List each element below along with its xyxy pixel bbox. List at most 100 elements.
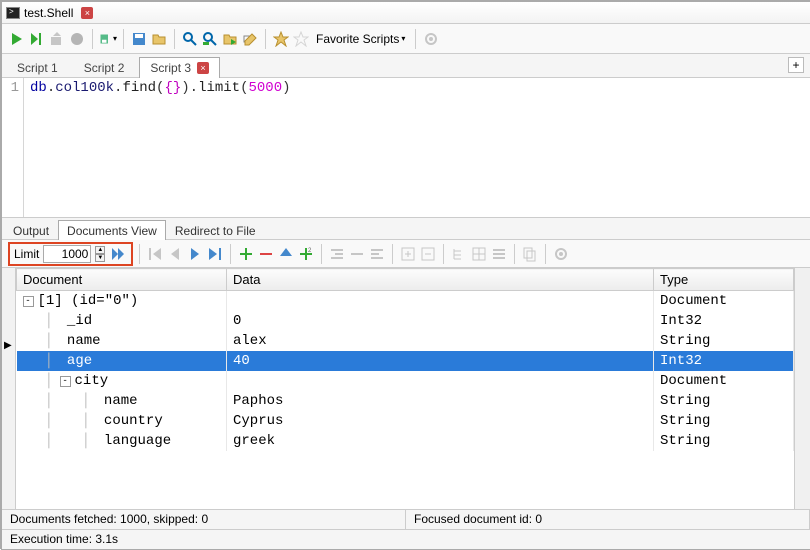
table-row[interactable]: │ │ languagegreekString [17,431,794,451]
text-view-icon[interactable] [490,245,508,263]
limit-label: Limit [14,247,39,261]
add-field-icon[interactable]: 2 [297,245,315,263]
cell-type: String [654,411,794,431]
vertical-scrollbar[interactable] [794,268,810,509]
table-row[interactable]: -[1] (id="0") Document [17,291,794,312]
limit-group: Limit ▲▼ [8,242,133,266]
cell-type: Document [654,291,794,312]
output-tab[interactable]: Redirect to File [166,220,265,240]
node-label: name [104,393,138,409]
close-tab-icon[interactable]: × [81,7,93,19]
find-icon[interactable] [181,30,199,48]
cell-data[interactable]: Cyprus [227,411,654,431]
run-icon[interactable] [8,30,26,48]
separator [230,244,231,264]
open-folder-icon[interactable] [150,30,168,48]
collapse-node-icon[interactable]: - [23,296,34,307]
code-editor[interactable]: 1 db.col100k.find({}).limit(5000) [2,78,810,218]
tree-branch: │ │ [23,413,97,429]
close-tab-icon[interactable]: × [197,62,209,74]
col-type[interactable]: Type [654,269,794,291]
col-data[interactable]: Data [227,269,654,291]
tree-branch: │ [23,313,60,329]
last-icon[interactable] [206,245,224,263]
cell-data[interactable]: Paphos [227,391,654,411]
table-row[interactable]: │ -cityDocument [17,371,794,391]
tree-branch: │ [23,373,60,389]
remove-field-icon [348,245,366,263]
separator [92,29,93,49]
table-row[interactable]: │ _id0Int32 [17,311,794,331]
tab-label: Script 2 [84,61,125,75]
node-label: age [67,353,92,369]
documents-grid[interactable]: Document Data Type -[1] (id="0")Document… [16,268,794,509]
add-icon[interactable] [237,245,255,263]
table-view-icon[interactable] [470,245,488,263]
separator [514,244,515,264]
tree-branch: │ [23,353,60,369]
table-row[interactable]: │ │ country CyprusString [17,411,794,431]
stop-icon [68,30,86,48]
indent-left-icon [328,245,346,263]
cell-data[interactable]: 40 [227,351,654,371]
status-focused: Focused document id: 0 [406,510,810,529]
settings-icon[interactable] [552,245,570,263]
tree-view-icon[interactable] [450,245,468,263]
row-gutter: ▶ [2,268,16,509]
separator [443,244,444,264]
table-row[interactable]: │ namealexString [17,331,794,351]
script-tabbar: Script 1 Script 2 Script 3 × + [2,54,810,78]
terminal-icon [6,7,20,19]
run-step-icon[interactable] [28,30,46,48]
cell-data[interactable] [227,291,654,312]
cell-type: String [654,391,794,411]
node-label: country [104,413,163,429]
collapse-icon[interactable] [419,245,437,263]
forward-all-icon[interactable] [109,245,127,263]
level-up-icon[interactable] [277,245,295,263]
rename-icon[interactable] [241,30,259,48]
favorite-scripts-dropdown[interactable]: Favorite Scripts▾ [312,32,409,46]
expand-icon[interactable] [399,245,417,263]
folder-play-icon[interactable] [221,30,239,48]
tree-branch: │ │ [23,433,97,449]
next-icon[interactable] [186,245,204,263]
output-tab[interactable]: Output [4,220,58,240]
cell-type: String [654,431,794,451]
collapse-node-icon[interactable]: - [60,376,71,387]
window-title: test.Shell [24,6,73,20]
script-tab[interactable]: Script 2 [73,57,136,78]
disk-icon[interactable] [130,30,148,48]
limit-input[interactable] [43,245,91,263]
code-area[interactable]: db.col100k.find({}).limit(5000) [24,78,810,217]
gear-icon[interactable] [422,30,440,48]
new-tab-button[interactable]: + [788,57,804,73]
cell-data[interactable] [227,371,654,391]
output-tab[interactable]: Documents View [58,220,166,240]
copy-table-icon[interactable] [521,245,539,263]
cell-data[interactable]: greek [227,431,654,451]
col-document[interactable]: Document [17,269,227,291]
save-dropdown-icon[interactable]: ▾ [99,30,117,48]
separator [123,29,124,49]
tab-label: Script 3 [150,61,191,75]
documents-toolbar: Limit ▲▼ 2 [2,240,810,268]
current-row-marker: ▶ [4,340,12,351]
separator [321,244,322,264]
find-replace-icon[interactable] [201,30,219,48]
documents-grid-wrap: ▶ Document Data Type -[1] (id="0")Docume… [2,268,810,509]
table-row[interactable]: │ │ namePaphosString [17,391,794,411]
script-tab[interactable]: Script 3 × [139,57,220,78]
limit-spinner[interactable]: ▲▼ [95,246,105,262]
remove-icon[interactable] [257,245,275,263]
cell-data[interactable]: 0 [227,311,654,331]
cell-data[interactable]: alex [227,331,654,351]
title-bar: test.Shell × [2,2,810,24]
star-add-icon[interactable] [272,30,290,48]
tree-branch: │ [23,333,60,349]
script-tab[interactable]: Script 1 [6,57,69,78]
node-label: [1] (id="0") [38,293,139,309]
separator [174,29,175,49]
cell-type: Document [654,371,794,391]
table-row[interactable]: │ age40Int32 [17,351,794,371]
